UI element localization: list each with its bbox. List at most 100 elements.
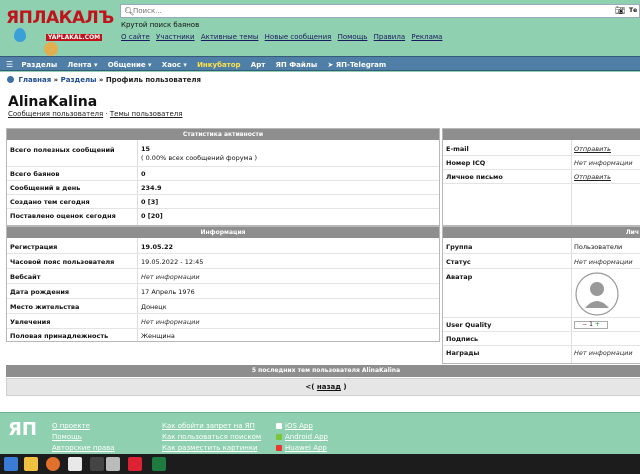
breadcrumb-sections[interactable]: Разделы (61, 76, 97, 84)
stats-panel-title: Статистика активности (7, 129, 439, 140)
avatar (575, 272, 619, 316)
excel-icon[interactable] (152, 457, 166, 471)
link-help[interactable]: Помощь (338, 33, 368, 41)
info-row: Вебсайт Нет информации (7, 270, 439, 284)
footer-col-about: О проекте Помощь Авторские права (52, 421, 115, 454)
huawei-icon (276, 445, 282, 451)
home-icon (7, 76, 14, 83)
explorer-icon[interactable] (24, 457, 38, 471)
breadcrumb: Главная » Разделы » Профиль пользователя (7, 76, 201, 84)
link-members[interactable]: Участники (156, 33, 195, 41)
personal-row: Группа Пользователи (443, 240, 640, 254)
top-links: О сайте Участники Активные темы Новые со… (121, 33, 446, 41)
stats-subvalue: ( 0.00% всех сообщений форума ) (141, 154, 258, 162)
footer-link-huawei[interactable]: Huawei App (276, 443, 328, 454)
link-separator: · (105, 110, 108, 118)
footer-link-help[interactable]: Помощь (52, 432, 115, 443)
plus-icon[interactable]: + (595, 321, 600, 328)
telegram-icon: ➤ (327, 61, 336, 69)
site-footer: ЯП О проекте Помощь Авторские права Как … (0, 412, 640, 454)
footer-logo[interactable]: ЯП (8, 419, 37, 440)
personal-label: Подпись (446, 335, 479, 343)
personal-row: User Quality − 1 + (443, 318, 640, 332)
menu-communication[interactable]: Общение ▾ (104, 58, 156, 69)
breadcrumb-separator: » (53, 76, 59, 84)
firefox-icon[interactable] (46, 457, 60, 471)
monitor-icon[interactable] (90, 457, 104, 471)
footer-link-images[interactable]: Как разместить картинки (162, 443, 261, 454)
info-value: 19.05.2022 - 12:45 (141, 258, 204, 266)
info-panel-title: Информация (7, 227, 439, 238)
personal-row: Награды Нет информации (443, 346, 640, 360)
os-taskbar (0, 454, 640, 474)
menu-incubator[interactable]: Инкубатор (193, 58, 245, 69)
page-title: AlinaKalina (8, 94, 98, 110)
info-label: Регистрация (10, 243, 58, 251)
footer-link-about[interactable]: О проекте (52, 421, 115, 432)
stats-row: Поставлено оценок сегодня 0 [20] (7, 209, 439, 223)
site-logo[interactable]: ЯПЛАКАЛЪ YAPLAKAL.COM (6, 8, 116, 56)
menu-art[interactable]: Арт (247, 58, 270, 69)
footer-link-bypass[interactable]: Как обойти запрет на ЯП (162, 421, 261, 432)
back-row: <( назад ) (6, 378, 640, 396)
personal-value: Пользователи (574, 243, 623, 251)
minus-icon[interactable]: − (582, 321, 587, 328)
menu-files[interactable]: ЯП Файлы (272, 58, 322, 69)
user-topics-link[interactable]: Темы пользователя (110, 110, 183, 118)
menu-telegram[interactable]: ➤ ЯП-Telegram (323, 58, 390, 69)
app-icon[interactable] (128, 457, 142, 471)
info-panel: Информация Регистрация 19.05.22 Часовой … (6, 226, 440, 342)
main-menu: ☰ Разделы Лента ▾ Общение ▾ Хаос ▾ Инкуб… (0, 56, 640, 71)
user-posts-link[interactable]: Сообщения пользователя (8, 110, 103, 118)
footer-link-copyright[interactable]: Авторские права (52, 443, 115, 454)
start-icon[interactable] (4, 457, 18, 471)
dog-icon (44, 42, 58, 56)
back-suffix: ) (343, 383, 347, 391)
personal-label: Награды (446, 349, 480, 357)
send-message-link[interactable]: Отправить (574, 173, 611, 181)
link-new-posts[interactable]: Новые сообщения (265, 33, 332, 41)
footer-link-ios[interactable]: iOS App (276, 421, 328, 432)
back-link[interactable]: назад (317, 383, 341, 391)
link-active-topics[interactable]: Активные темы (201, 33, 259, 41)
contacts-panel-header (443, 129, 640, 140)
menu-chaos[interactable]: Хаос ▾ (158, 58, 191, 69)
link-rules[interactable]: Правила (374, 33, 405, 41)
personal-value: Нет информации (574, 258, 633, 266)
user-links: Сообщения пользователя · Темы пользовате… (8, 110, 182, 118)
info-row: Часовой пояс пользователя 19.05.2022 - 1… (7, 255, 439, 269)
link-ads[interactable]: Реклама (411, 33, 442, 41)
menu-hamburger-icon[interactable]: ☰ (0, 57, 15, 69)
calculator-icon[interactable] (106, 457, 120, 471)
search-input[interactable] (133, 6, 533, 16)
menu-feed[interactable]: Лента ▾ (63, 58, 101, 69)
stats-label: Сообщений в день (10, 184, 81, 192)
stats-label: Всего баянов (10, 170, 60, 178)
android-icon (276, 434, 282, 440)
logo-subtitle: YAPLAKAL.COM (46, 34, 103, 41)
apple-icon (276, 423, 282, 429)
info-value: Нет информации (141, 318, 200, 326)
footer-link-ios-label: iOS App (285, 422, 313, 430)
personal-panel: Лич Группа Пользователи Статус Нет инфор… (442, 226, 640, 364)
info-row: Регистрация 19.05.22 (7, 240, 439, 254)
info-label: Вебсайт (10, 273, 41, 281)
footer-col-apps: iOS App Android App Huawei App (276, 421, 328, 454)
camera-icon[interactable]: 📷︎ (615, 6, 625, 15)
notepad-icon[interactable] (68, 457, 82, 471)
menu-sections[interactable]: Разделы (17, 58, 61, 69)
search-option[interactable]: Те (629, 7, 637, 14)
contacts-row: Личное письмо Отправить (443, 170, 640, 184)
drop-icon (14, 28, 26, 42)
user-quality-widget[interactable]: − 1 + (574, 321, 608, 329)
info-row: Увлечения Нет информации (7, 315, 439, 329)
breadcrumb-home[interactable]: Главная (18, 76, 51, 84)
footer-link-search-help[interactable]: Как пользоваться поиском (162, 432, 261, 443)
info-label: Увлечения (10, 318, 51, 326)
send-email-link[interactable]: Отправить (574, 145, 611, 153)
personal-label: Аватар (446, 273, 473, 281)
personal-label: User Quality (446, 321, 492, 329)
info-label: Дата рождения (10, 288, 70, 296)
link-about[interactable]: О сайте (121, 33, 150, 41)
footer-link-android[interactable]: Android App (276, 432, 328, 443)
